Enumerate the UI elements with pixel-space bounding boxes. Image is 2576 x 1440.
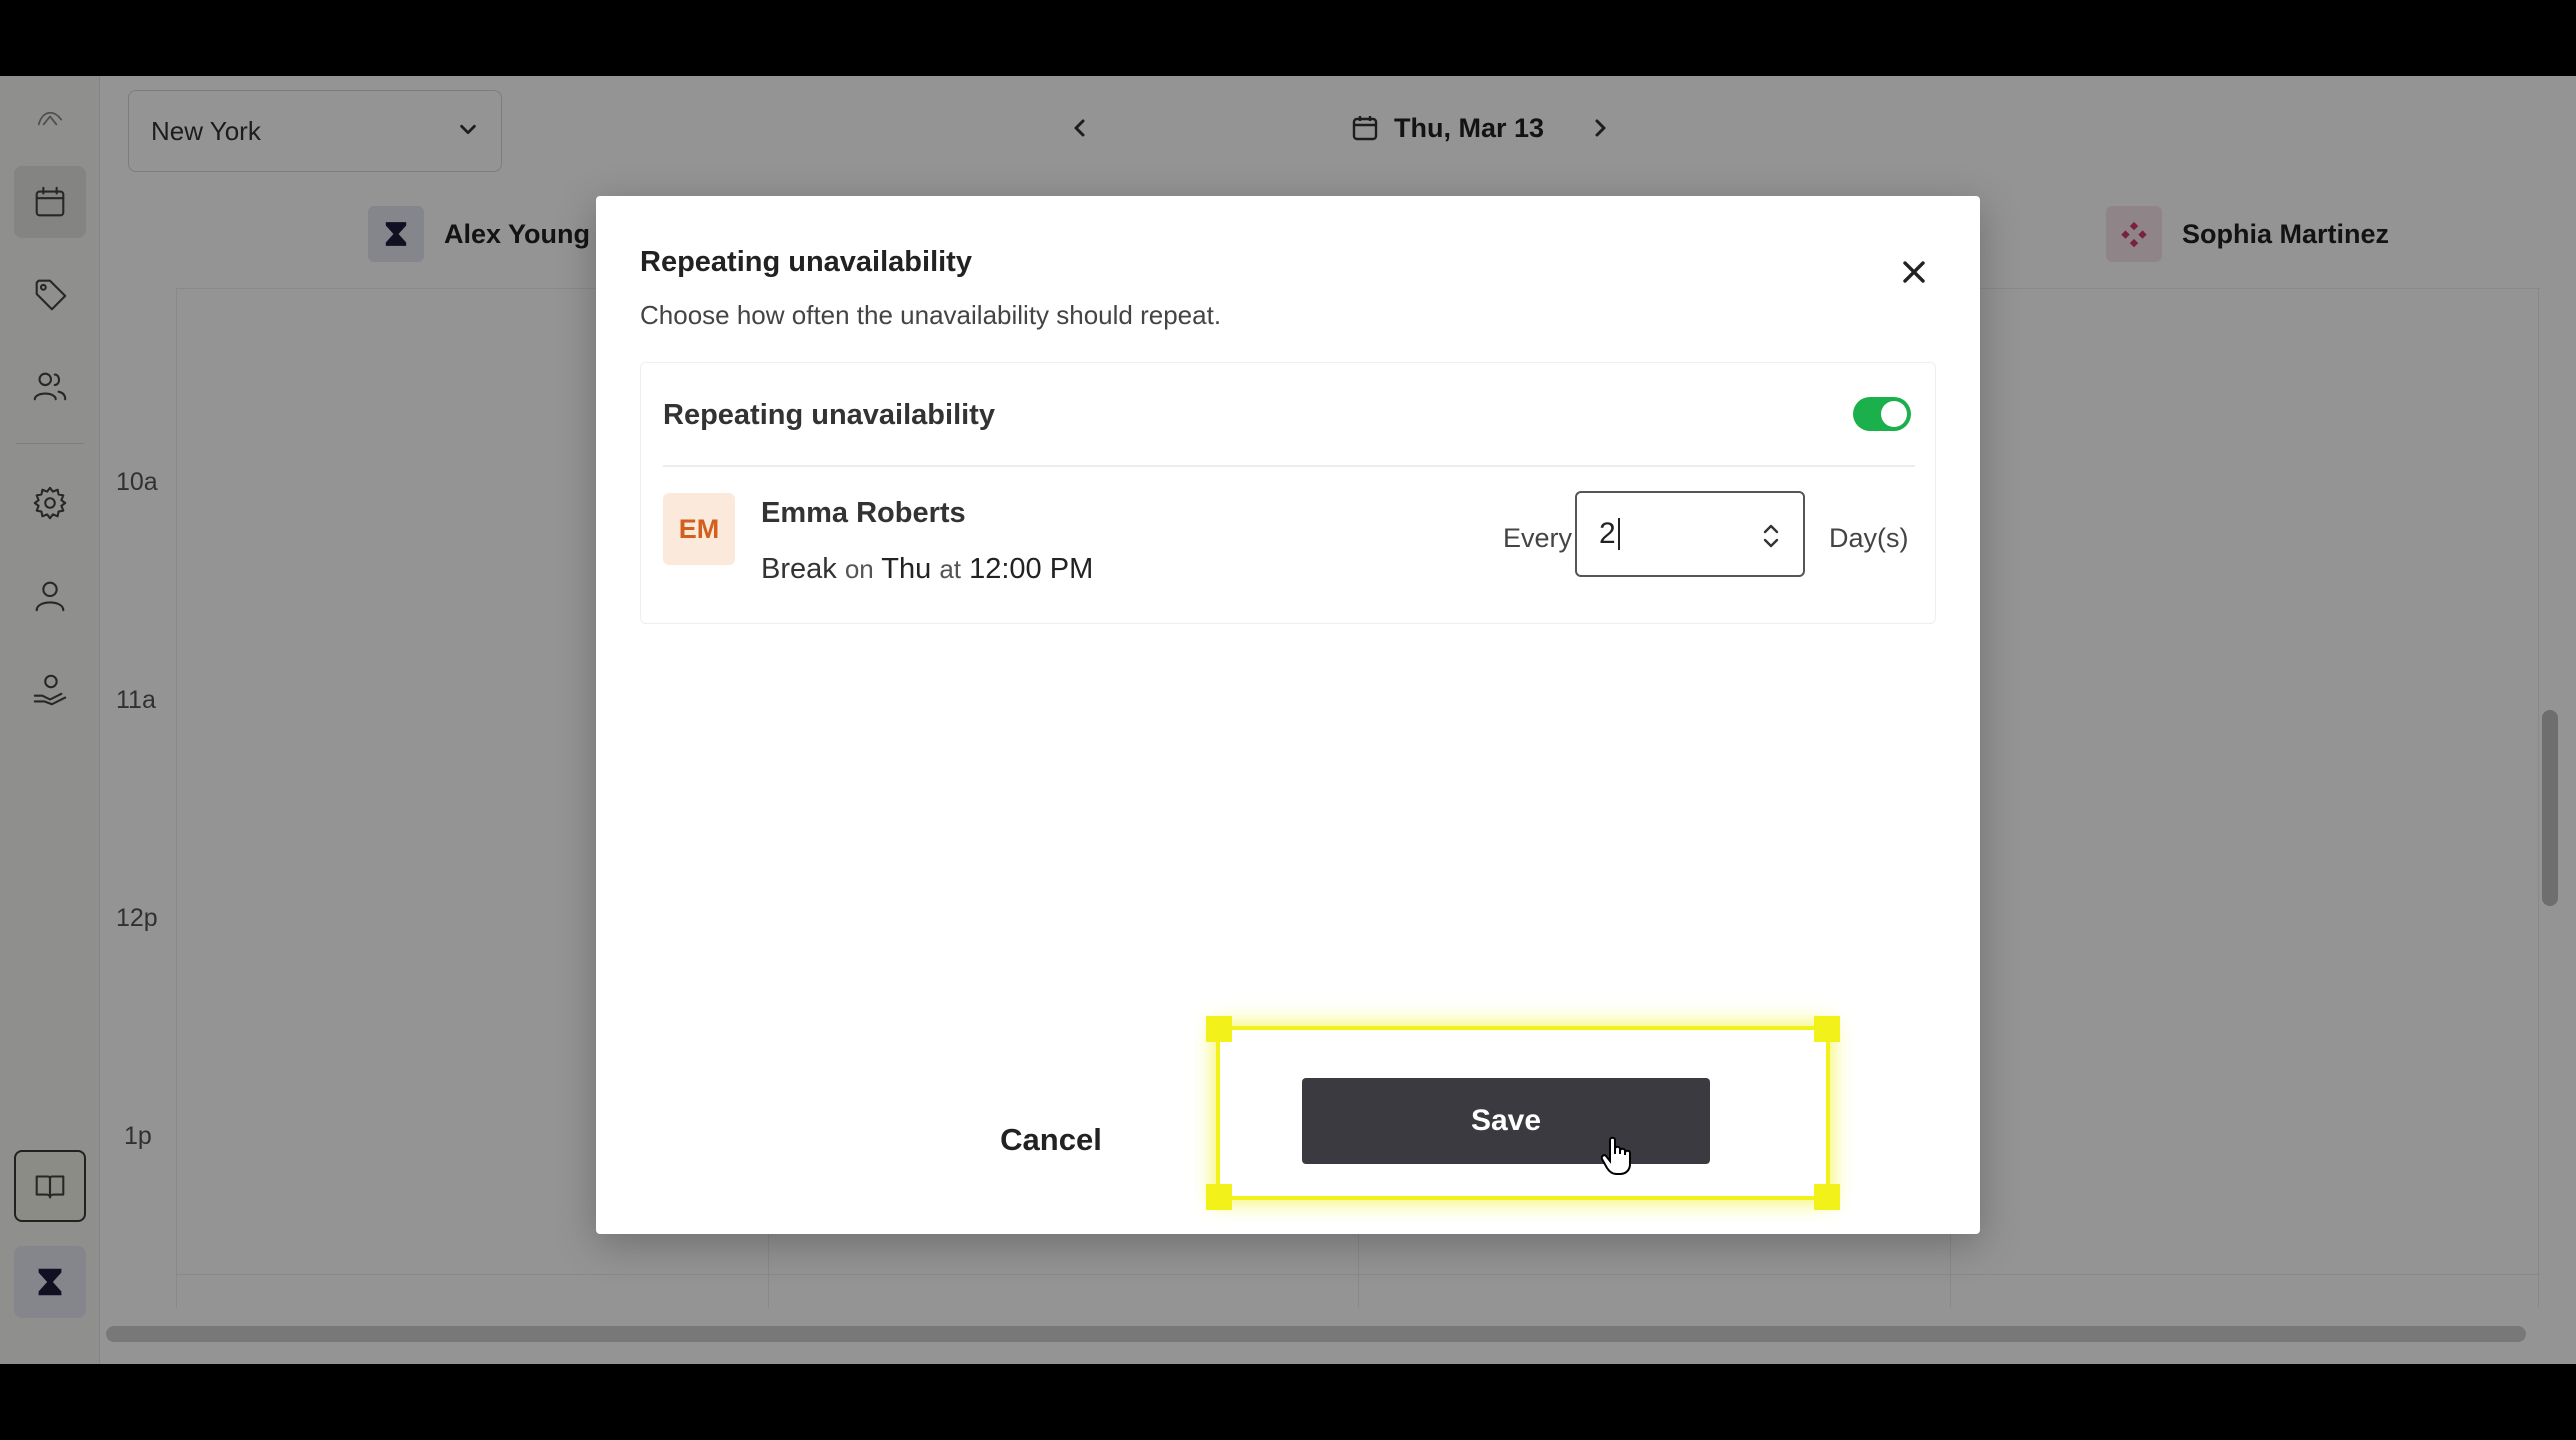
interval-unit-label: Day(s): [1829, 523, 1909, 553]
break-day: Thu: [881, 553, 932, 585]
close-button[interactable]: [1894, 252, 1934, 292]
break-description: Break on Thu at 12:00 PM: [761, 553, 1093, 586]
interval-value: 2: [1599, 517, 1616, 550]
divider: [663, 465, 1915, 467]
break-type: Break: [761, 553, 837, 585]
break-time: 12:00 PM: [969, 553, 1094, 585]
toggle-knob: [1881, 401, 1907, 427]
text-caret: [1617, 518, 1620, 550]
highlight-box: [1206, 1016, 1840, 1210]
repeating-unavailability-dialog: Repeating unavailability Choose how ofte…: [596, 196, 1980, 1234]
at-word: at: [939, 554, 962, 584]
interval-input[interactable]: 2: [1575, 491, 1805, 577]
app-window: New York Thu, Mar 13 Alex Young Sophia M…: [0, 76, 2576, 1364]
on-word: on: [844, 554, 874, 584]
highlight-corner: [1814, 1016, 1840, 1042]
close-icon: [1903, 261, 1925, 283]
highlight-corner: [1206, 1016, 1232, 1042]
dialog-subtitle: Choose how often the unavailability shou…: [640, 300, 1222, 330]
person-name: Emma Roberts: [761, 497, 966, 529]
repeat-settings-card: Repeating unavailability EM Emma Roberts…: [640, 362, 1936, 624]
every-label: Every: [1503, 523, 1573, 553]
number-stepper-icon[interactable]: [1761, 519, 1781, 553]
dialog-title: Repeating unavailability: [640, 246, 972, 278]
highlight-corner: [1814, 1184, 1840, 1210]
cancel-button[interactable]: Cancel: [976, 1110, 1126, 1170]
repeat-toggle[interactable]: [1853, 397, 1911, 431]
avatar: EM: [663, 493, 735, 565]
hand-cursor-icon: [1600, 1136, 1631, 1175]
highlight-corner: [1206, 1184, 1232, 1210]
repeat-toggle-label: Repeating unavailability: [663, 399, 995, 431]
